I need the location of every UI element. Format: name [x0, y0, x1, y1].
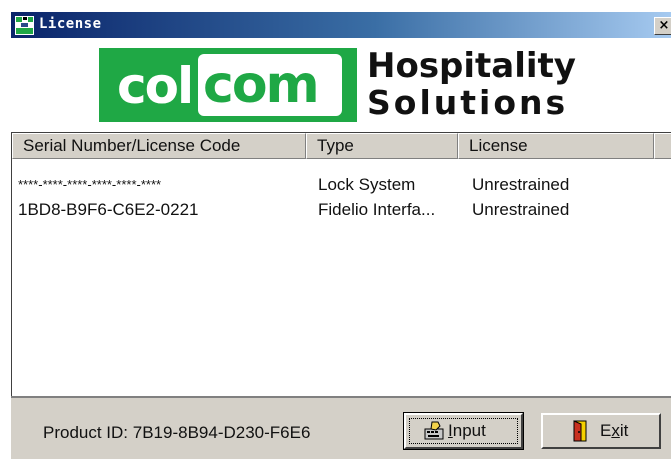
cell-type: Lock System — [318, 175, 416, 194]
column-header-serial[interactable]: Serial Number/License Code — [12, 133, 306, 159]
logo-col-text: col — [117, 57, 194, 115]
colcom-logo: col com — [99, 48, 357, 122]
cell-license: Unrestrained — [472, 200, 570, 219]
column-header-type[interactable]: Type — [306, 133, 458, 159]
exit-label-rest: it — [619, 421, 629, 440]
exit-button-label: Exit — [600, 421, 628, 441]
keyboard-hand-icon — [424, 421, 444, 440]
logo-com-text: com — [203, 55, 320, 115]
input-label-rest: nput — [452, 421, 486, 440]
footer-panel: Product ID: 7B19-8B94-D230-F6E6 Input Ex… — [11, 396, 671, 459]
exit-button[interactable]: Exit — [541, 413, 661, 449]
input-button[interactable]: Input — [403, 412, 524, 450]
table-row[interactable]: ****-****-****-****-****-**** Lock Syste… — [12, 174, 671, 196]
input-button-label: Input — [448, 421, 486, 441]
cell-serial: ****-****-****-****-****-**** — [18, 177, 162, 192]
cell-license: Unrestrained — [472, 175, 570, 194]
license-window: License × col com Hospitality Solutions … — [10, 11, 671, 459]
license-app-icon — [15, 16, 34, 35]
window-title: License — [39, 16, 102, 32]
exit-door-icon — [573, 420, 587, 442]
cell-type: Fidelio Interfa... — [318, 200, 436, 219]
banner-line-solutions: Solutions — [367, 83, 569, 122]
column-header-license[interactable]: License — [458, 133, 654, 159]
logo-com-box: com — [198, 54, 342, 116]
exit-label-prefix: E — [600, 421, 612, 440]
brand-banner: col com Hospitality Solutions — [11, 38, 671, 158]
license-list[interactable]: Serial Number/License Code Type License … — [11, 132, 671, 397]
exit-mnemonic: x — [611, 421, 620, 440]
close-icon: × — [658, 18, 670, 33]
close-button[interactable]: × — [654, 17, 671, 35]
table-row[interactable]: 1BD8-B9F6-C6E2-0221 Fidelio Interfa... U… — [12, 199, 671, 221]
cell-serial: 1BD8-B9F6-C6E2-0221 — [18, 200, 199, 219]
column-header-filler — [654, 133, 671, 159]
product-id-label: Product ID: 7B19-8B94-D230-F6E6 — [43, 423, 311, 442]
banner-line-hospitality: Hospitality — [367, 46, 576, 86]
title-bar[interactable]: License × — [11, 12, 671, 38]
